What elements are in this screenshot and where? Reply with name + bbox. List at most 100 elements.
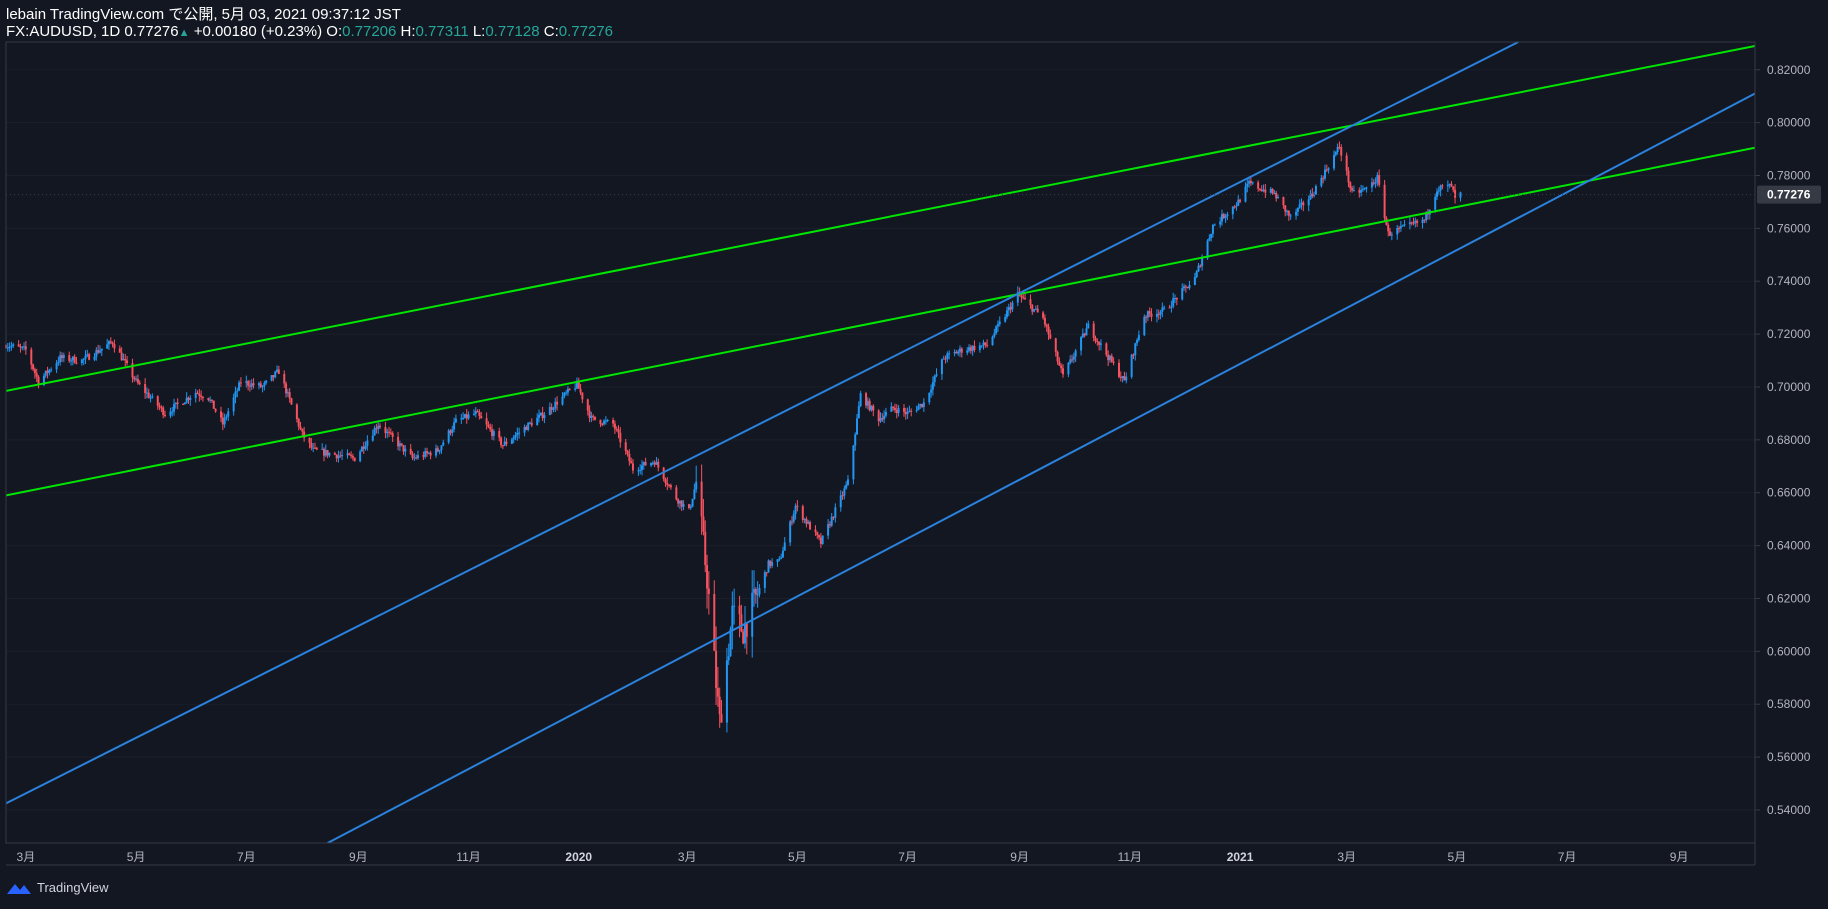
candle-body bbox=[465, 414, 468, 419]
candle-body bbox=[1307, 199, 1310, 206]
candle-body bbox=[588, 410, 591, 418]
y-tick-label: 0.82000 bbox=[1767, 63, 1811, 77]
candle-body bbox=[982, 342, 985, 346]
candle-body bbox=[756, 594, 759, 596]
candle-body bbox=[628, 453, 631, 462]
candle-body bbox=[389, 432, 392, 434]
candle-body bbox=[789, 521, 792, 543]
candle-body bbox=[379, 425, 382, 428]
candle-body bbox=[908, 410, 911, 412]
candle-body bbox=[538, 414, 541, 418]
candle-body bbox=[498, 431, 501, 438]
candle-body bbox=[960, 348, 963, 353]
candle-body bbox=[223, 417, 226, 425]
candle-body bbox=[695, 481, 698, 490]
candle-body bbox=[781, 550, 784, 558]
candle-body bbox=[890, 406, 893, 412]
candle-body bbox=[61, 355, 64, 359]
candle-body bbox=[940, 359, 943, 375]
candle-body bbox=[17, 344, 20, 347]
candle-body bbox=[1199, 265, 1202, 267]
candle-body bbox=[286, 392, 289, 394]
candle-body bbox=[1282, 197, 1285, 206]
candle-body bbox=[512, 437, 515, 440]
brand: TradingView bbox=[37, 880, 109, 895]
candle-body bbox=[613, 423, 616, 429]
x-tick-label: 5月 bbox=[788, 850, 807, 864]
x-tick-label: 3月 bbox=[1337, 850, 1356, 864]
x-tick-label: 3月 bbox=[17, 850, 36, 864]
candle-body bbox=[841, 495, 844, 497]
candle-body bbox=[1033, 309, 1036, 312]
candle-body bbox=[792, 513, 795, 522]
candle-body bbox=[801, 506, 804, 520]
candle-body bbox=[1403, 224, 1406, 226]
candle-body bbox=[411, 453, 414, 458]
candle-body bbox=[966, 350, 969, 353]
candle-body bbox=[252, 383, 255, 386]
candle-body bbox=[1408, 222, 1411, 225]
candle-body bbox=[904, 411, 907, 415]
candle-body bbox=[603, 420, 606, 425]
candle-body bbox=[209, 399, 212, 401]
candle-body bbox=[579, 388, 582, 393]
candle-body bbox=[805, 518, 808, 524]
candle-body bbox=[865, 393, 868, 406]
candle-body bbox=[1058, 361, 1061, 366]
candle-body bbox=[973, 345, 976, 350]
candle-body bbox=[716, 688, 719, 697]
candle-body bbox=[872, 405, 875, 411]
candle-body bbox=[525, 426, 528, 430]
candle-body bbox=[1421, 219, 1424, 224]
candle-body bbox=[832, 516, 835, 518]
candle-body bbox=[566, 388, 569, 393]
candle-body bbox=[169, 411, 172, 416]
candle-body bbox=[189, 397, 192, 400]
candle-body bbox=[1186, 286, 1189, 289]
candle-body bbox=[854, 434, 857, 446]
candle-body bbox=[1005, 310, 1008, 317]
candle-body bbox=[212, 400, 215, 409]
candle-body bbox=[657, 461, 660, 468]
candle-body bbox=[644, 461, 647, 466]
candle-body bbox=[1336, 147, 1339, 153]
candle-body bbox=[527, 422, 530, 430]
candle-body bbox=[1340, 147, 1343, 156]
candle-body bbox=[1031, 304, 1034, 312]
candle-body bbox=[70, 360, 73, 362]
candle-body bbox=[868, 400, 871, 411]
candle-body bbox=[1237, 199, 1240, 206]
candle-body bbox=[454, 418, 457, 423]
candle-body bbox=[1334, 152, 1337, 155]
candle-body bbox=[348, 453, 351, 456]
candle-body bbox=[1061, 368, 1064, 375]
candle-body bbox=[1137, 335, 1140, 340]
candle-body bbox=[301, 428, 304, 432]
candle-body bbox=[948, 353, 951, 355]
candle-body bbox=[561, 396, 564, 405]
candle-body bbox=[1239, 199, 1242, 202]
price-chart[interactable]: 0.54000 0.56000 0.58000 0.60000 0.62000 0.640… bbox=[0, 0, 1828, 909]
candle-body bbox=[957, 351, 960, 354]
candle-body bbox=[500, 437, 503, 446]
candle-body bbox=[743, 623, 746, 644]
x-tick-label: 5月 bbox=[1448, 850, 1467, 864]
candle-body bbox=[816, 531, 819, 536]
candle-body bbox=[1108, 355, 1111, 361]
candle-body bbox=[1399, 226, 1402, 229]
candle-body bbox=[1105, 343, 1108, 355]
y-tick-label: 0.70000 bbox=[1767, 380, 1811, 394]
candle-body bbox=[653, 462, 656, 465]
candle-body bbox=[1118, 362, 1120, 377]
candle-body bbox=[33, 369, 36, 374]
candle-body bbox=[30, 349, 33, 365]
candle-body bbox=[182, 403, 185, 405]
candle-body bbox=[866, 400, 869, 406]
candle-body bbox=[767, 560, 770, 573]
tradingview-logo-icon bbox=[7, 883, 31, 894]
candle-body bbox=[1410, 222, 1413, 224]
candle-body bbox=[144, 383, 147, 394]
candle-body bbox=[955, 351, 958, 354]
candle-body bbox=[351, 455, 354, 458]
candle-body bbox=[1298, 204, 1301, 208]
